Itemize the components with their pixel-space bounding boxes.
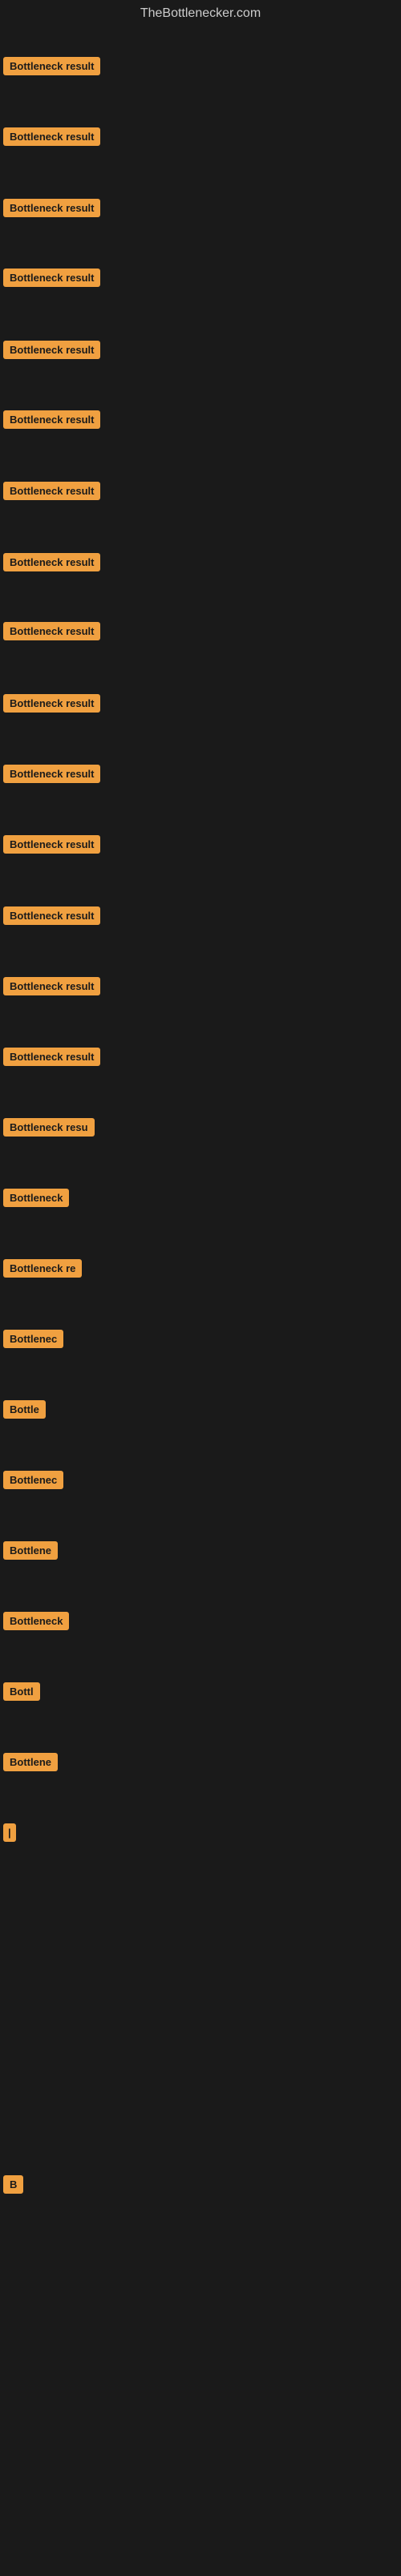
bottleneck-item: Bottleneck result bbox=[3, 341, 100, 363]
bottleneck-item: Bottleneck result bbox=[3, 269, 100, 291]
bottleneck-badge[interactable]: B bbox=[3, 2175, 23, 2194]
bottleneck-item: Bottleneck result bbox=[3, 482, 100, 504]
bottleneck-badge[interactable]: Bottleneck result bbox=[3, 553, 100, 571]
bottleneck-item: Bottle bbox=[3, 1400, 46, 1423]
bottleneck-item: | bbox=[3, 1823, 16, 1842]
bottleneck-item: B bbox=[3, 2175, 23, 2198]
bottleneck-item: Bottleneck result bbox=[3, 765, 100, 787]
bottleneck-badge[interactable]: Bottlene bbox=[3, 1541, 58, 1560]
bottleneck-item: Bottleneck result bbox=[3, 1048, 100, 1070]
bottleneck-badge[interactable]: Bottleneck result bbox=[3, 57, 100, 75]
bottleneck-item: Bottleneck result bbox=[3, 835, 100, 858]
bottleneck-item: Bottleneck bbox=[3, 1612, 69, 1634]
bottleneck-badge[interactable]: Bottleneck result bbox=[3, 1048, 100, 1066]
bottleneck-item: Bottleneck re bbox=[3, 1259, 82, 1282]
bottleneck-badge[interactable]: Bottleneck resu bbox=[3, 1118, 95, 1137]
bottleneck-badge[interactable]: Bottleneck result bbox=[3, 765, 100, 783]
bottleneck-badge[interactable]: Bottleneck result bbox=[3, 977, 100, 995]
bottleneck-item: Bottlene bbox=[3, 1541, 58, 1564]
bottleneck-item: Bottleneck result bbox=[3, 622, 100, 644]
bottleneck-item: Bottleneck result bbox=[3, 553, 100, 575]
bottleneck-badge[interactable]: Bottlenec bbox=[3, 1471, 63, 1489]
bottleneck-badge[interactable]: Bottlenec bbox=[3, 1330, 63, 1348]
bottleneck-badge[interactable]: Bottleneck result bbox=[3, 835, 100, 854]
bottleneck-item: Bottleneck result bbox=[3, 410, 100, 433]
bottleneck-item: Bottleneck result bbox=[3, 694, 100, 717]
bottleneck-badge[interactable]: Bottleneck result bbox=[3, 127, 100, 146]
bottleneck-item: Bottleneck bbox=[3, 1189, 69, 1211]
bottleneck-item: Bottlene bbox=[3, 1753, 58, 1775]
bottleneck-badge[interactable]: Bottleneck bbox=[3, 1189, 69, 1207]
bottleneck-badge[interactable]: Bottle bbox=[3, 1400, 46, 1419]
bottleneck-badge[interactable]: Bottleneck result bbox=[3, 199, 100, 217]
bottleneck-item: Bottleneck result bbox=[3, 977, 100, 999]
bottleneck-item: Bottleneck result bbox=[3, 127, 100, 150]
items-container: Bottleneck result Bottleneck result Bottle… bbox=[0, 27, 401, 2576]
bottleneck-badge[interactable]: Bottlene bbox=[3, 1753, 58, 1771]
bottleneck-item: Bottlenec bbox=[3, 1471, 63, 1493]
bottleneck-item: Bottleneck result bbox=[3, 199, 100, 221]
bottleneck-badge[interactable]: Bottl bbox=[3, 1682, 40, 1701]
bottleneck-item: Bottleneck result bbox=[3, 906, 100, 929]
bottleneck-badge[interactable]: Bottleneck result bbox=[3, 622, 100, 640]
bottleneck-badge[interactable]: | bbox=[3, 1823, 16, 1842]
bottleneck-item: Bottl bbox=[3, 1682, 40, 1705]
bottleneck-badge[interactable]: Bottleneck result bbox=[3, 341, 100, 359]
bottleneck-badge[interactable]: Bottleneck result bbox=[3, 410, 100, 429]
bottleneck-badge[interactable]: Bottleneck result bbox=[3, 482, 100, 500]
bottleneck-badge[interactable]: Bottleneck result bbox=[3, 269, 100, 287]
bottleneck-item: Bottlenec bbox=[3, 1330, 63, 1352]
bottleneck-badge[interactable]: Bottleneck bbox=[3, 1612, 69, 1630]
bottleneck-item: Bottleneck resu bbox=[3, 1118, 95, 1141]
bottleneck-item: Bottleneck result bbox=[3, 57, 100, 79]
bottleneck-badge[interactable]: Bottleneck result bbox=[3, 906, 100, 925]
bottleneck-badge[interactable]: Bottleneck result bbox=[3, 694, 100, 713]
bottleneck-badge[interactable]: Bottleneck re bbox=[3, 1259, 82, 1278]
site-title: TheBottlenecker.com bbox=[0, 0, 401, 27]
